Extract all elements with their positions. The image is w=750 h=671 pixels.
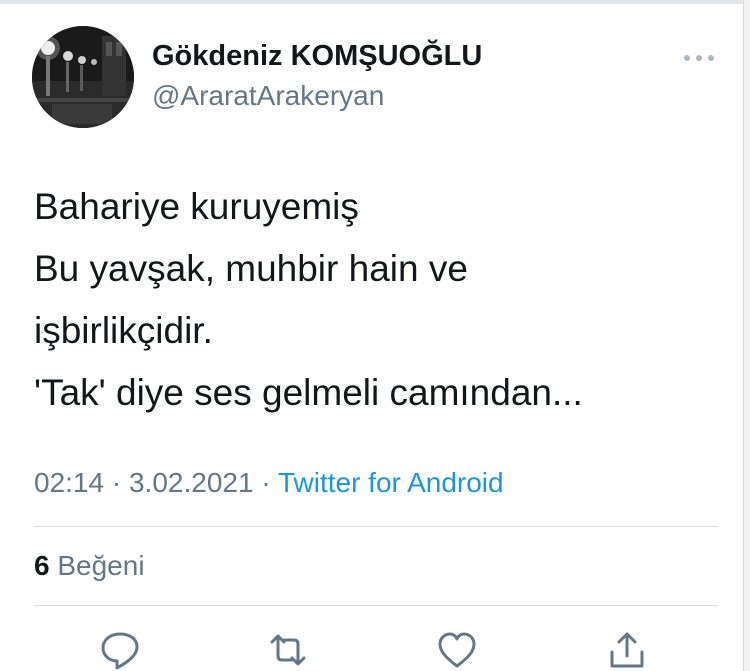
likes-label: Beğeni [57,550,145,581]
retweet-icon[interactable] [268,630,308,670]
scrollbar-track[interactable] [743,0,750,671]
author-username[interactable]: @AraratArakeryan [152,80,384,112]
meta-separator: · [261,467,271,498]
likes-count[interactable]: 6 Beğeni [34,550,145,582]
avatar-photo [32,26,134,128]
likes-number: 6 [34,550,50,581]
tweet-action-bar [0,626,750,671]
tweet-text: Bahariye kuruyemiş Bu yavşak, muhbir hai… [34,176,714,424]
tweet-time[interactable]: 02:14 [34,467,104,498]
tweet-text-line: Bu yavşak, muhbir hain ve [34,248,468,289]
divider [34,605,718,606]
top-edge [0,0,750,4]
tweet-text-line: işbirlikçidir. [34,310,213,351]
meta-separator: · [111,467,122,498]
heart-icon[interactable] [437,630,477,670]
tweet-source-link[interactable]: Twitter for Android [278,467,504,498]
tweet-text-line: 'Tak' diye ses gelmeli camından... [34,372,583,413]
more-horizontal-icon[interactable] [682,50,716,66]
tweet-date[interactable]: 3.02.2021 [129,467,254,498]
reply-icon[interactable] [100,630,140,670]
divider [34,526,718,527]
tweet-meta: 02:14 · 3.02.2021 · Twitter for Android [34,467,504,499]
author-display-name[interactable]: Gökdeniz KOMŞUOĞLU [152,40,482,73]
avatar[interactable] [32,26,134,128]
share-icon[interactable] [607,630,647,670]
tweet-text-line: Bahariye kuruyemiş [34,186,359,227]
